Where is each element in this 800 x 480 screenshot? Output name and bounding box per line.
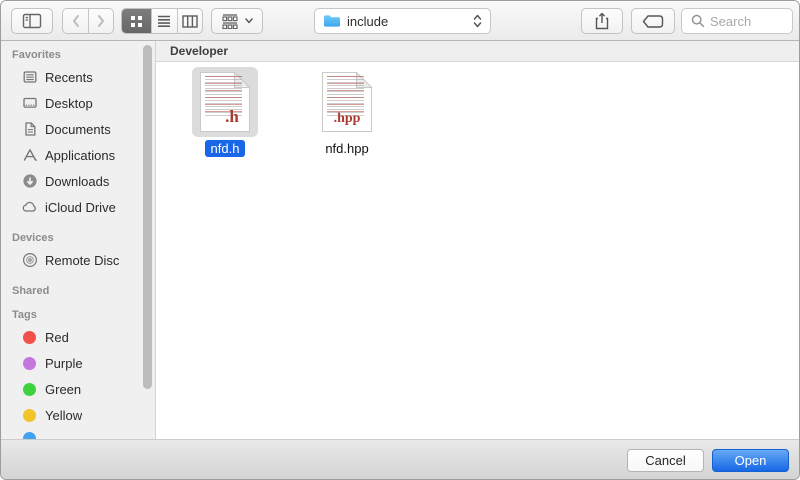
view-mode-control — [121, 8, 203, 34]
share-button[interactable] — [581, 8, 623, 34]
sidebar-item-applications[interactable]: Applications — [1, 142, 155, 168]
sidebar-item-documents[interactable]: Documents — [1, 116, 155, 142]
icloud-icon — [21, 199, 38, 216]
sidebar-item-tag-green[interactable]: Green — [1, 376, 155, 402]
sidebar-scrollbar[interactable] — [143, 45, 152, 389]
back-button[interactable] — [63, 9, 88, 33]
column-view-icon — [182, 15, 198, 28]
sidebar-item-label: Documents — [45, 122, 111, 137]
sidebar-section-devices: Devices — [12, 232, 155, 244]
location-popup[interactable]: include — [314, 8, 491, 34]
view-icons-button[interactable] — [122, 9, 151, 33]
file-grid: .h nfd.h .hpp — [156, 62, 799, 157]
finder-open-dialog: include — [0, 0, 800, 480]
file-extension-label: .hpp — [321, 111, 373, 127]
sidebar-item-icloud-drive[interactable]: iCloud Drive — [1, 194, 155, 220]
view-columns-button[interactable] — [177, 9, 202, 33]
icon-view-icon — [130, 15, 143, 28]
tags-button[interactable] — [631, 8, 675, 34]
tag-color-dot — [23, 331, 36, 344]
share-icon — [594, 12, 610, 30]
sidebar-toggle-icon — [22, 13, 42, 29]
sidebar-item-remote-disc[interactable]: Remote Disc — [1, 247, 155, 273]
applications-icon — [21, 147, 38, 164]
disc-icon — [21, 252, 38, 269]
sidebar-item-label: Downloads — [45, 174, 109, 189]
chevron-right-icon — [96, 14, 106, 28]
file-item-nfd-hpp[interactable]: .hpp nfd.hpp — [308, 67, 386, 157]
sidebar-item-label: Red — [45, 330, 69, 345]
tag-color-dot — [23, 383, 36, 396]
tag-color-dot — [23, 432, 36, 439]
sidebar-item-label: Purple — [45, 356, 83, 371]
tag-icon — [642, 15, 664, 28]
desktop-icon — [21, 95, 38, 112]
view-list-button[interactable] — [151, 9, 176, 33]
sidebar-item-label: Green — [45, 382, 81, 397]
file-name: nfd.hpp — [319, 140, 374, 157]
sidebar-section-tags: Tags — [12, 309, 155, 321]
search-field — [681, 8, 793, 34]
sidebar: Favorites Recents — [1, 41, 156, 439]
file-icon-wrap: .hpp — [314, 67, 380, 137]
chevron-down-icon — [245, 18, 253, 24]
chevron-left-icon — [71, 14, 81, 28]
forward-button[interactable] — [88, 9, 113, 33]
sidebar-section-shared: Shared — [12, 285, 155, 297]
file-item-nfd-h[interactable]: .h nfd.h — [186, 67, 264, 157]
history-nav — [62, 8, 114, 34]
sidebar-item-tag-partial[interactable] — [1, 428, 155, 439]
popup-chevrons-icon — [473, 14, 482, 28]
list-view-icon — [157, 15, 171, 27]
sidebar-item-label: Remote Disc — [45, 253, 119, 268]
header-file-icon: .hpp — [321, 71, 373, 133]
open-button[interactable]: Open — [712, 449, 789, 472]
downloads-icon — [21, 173, 38, 190]
sidebar-item-recents[interactable]: Recents — [1, 64, 155, 90]
cancel-button[interactable]: Cancel — [627, 449, 704, 472]
sidebar-item-label: Applications — [45, 148, 115, 163]
group-arrange-icon — [222, 14, 240, 29]
file-browser: Developer .h nfd.h — [156, 41, 799, 439]
documents-icon — [21, 121, 38, 138]
location-label: include — [347, 14, 473, 29]
sidebar-item-tag-purple[interactable]: Purple — [1, 350, 155, 376]
recents-icon — [21, 69, 38, 86]
sidebar-item-label: Desktop — [45, 96, 93, 111]
search-input[interactable] — [681, 8, 793, 34]
toolbar: include — [1, 1, 799, 41]
sidebar-toggle-button[interactable] — [11, 8, 53, 34]
group-header: Developer — [156, 41, 799, 62]
file-icon-selection: .h — [192, 67, 258, 137]
sidebar-item-desktop[interactable]: Desktop — [1, 90, 155, 116]
sidebar-item-label: Recents — [45, 70, 93, 85]
file-extension-label: .h — [199, 107, 251, 127]
sidebar-item-tag-yellow[interactable]: Yellow — [1, 402, 155, 428]
tag-color-dot — [23, 357, 36, 370]
arrange-button[interactable] — [211, 8, 263, 34]
sidebar-item-tag-red[interactable]: Red — [1, 324, 155, 350]
sidebar-section-favorites: Favorites — [12, 49, 155, 61]
sidebar-item-label: iCloud Drive — [45, 200, 116, 215]
folder-icon — [323, 14, 341, 28]
header-file-icon: .h — [199, 71, 251, 133]
sidebar-item-label: Yellow — [45, 408, 82, 423]
sidebar-item-downloads[interactable]: Downloads — [1, 168, 155, 194]
tag-color-dot — [23, 409, 36, 422]
file-name: nfd.h — [205, 140, 246, 157]
dialog-footer: Cancel Open — [1, 439, 799, 479]
